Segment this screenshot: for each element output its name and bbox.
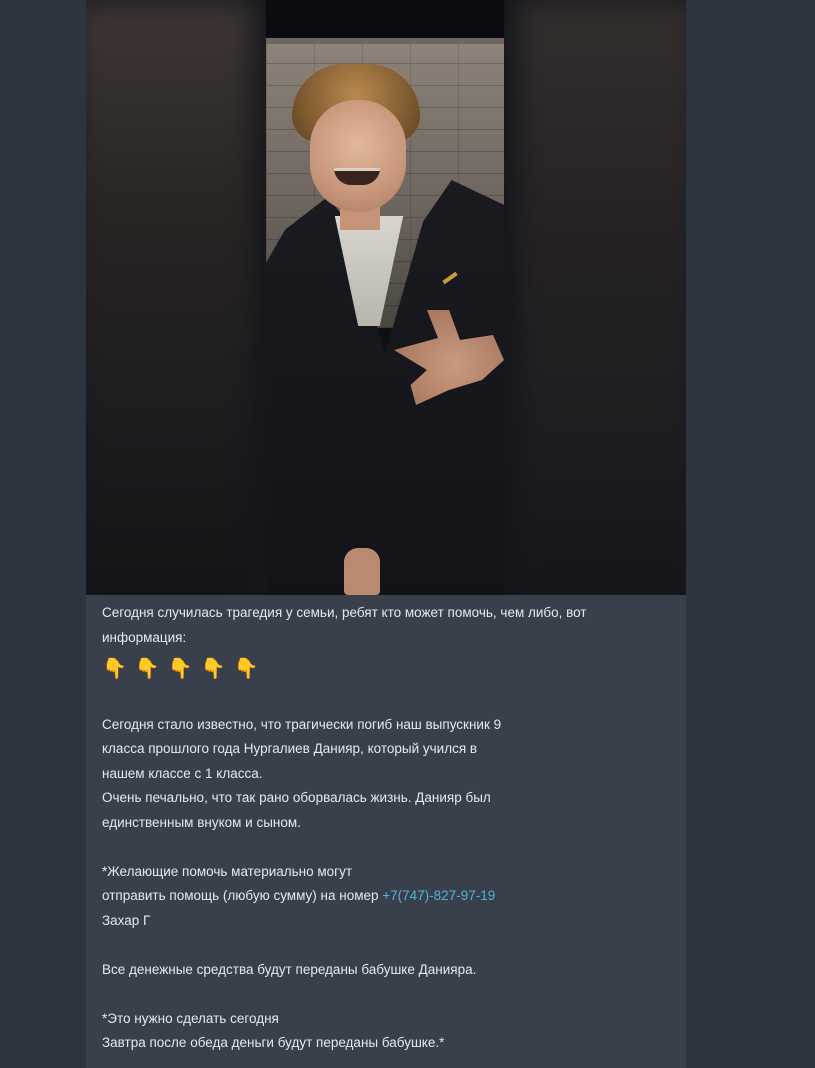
urgent-line: *Это нужно сделать сегодня	[102, 1010, 279, 1026]
photo-face	[310, 100, 406, 212]
help-line-prefix: отправить помощь (любую сумму) на номер	[102, 888, 379, 903]
paragraph-line: класса прошлого года Нургалиев Данияр, к…	[102, 741, 478, 756]
urgent-line: Завтра после обеда деньги будут переданы…	[102, 1035, 445, 1050]
photo-blur-left	[86, 0, 254, 595]
funds-note: Все денежные средства будут переданы баб…	[102, 961, 477, 977]
photo-hand-low	[344, 548, 380, 595]
message-bubble[interactable]: Сегодня случилась трагедия у семьи, ребя…	[86, 0, 686, 1068]
chat-left-margin	[0, 0, 86, 1068]
paragraph-line: нашем классе с 1 класса.	[102, 765, 263, 781]
photo-ceiling-edge	[266, 38, 504, 44]
paragraph-line: единственным внуком и сыном.	[102, 814, 301, 830]
message-intro: Сегодня случилась трагедия у семьи, ребя…	[102, 605, 587, 645]
pointing-down-icon: 👇	[233, 657, 259, 680]
photo-portrait	[266, 0, 504, 595]
help-line: *Желающие помочь материально могут	[102, 863, 353, 879]
message-text: Сегодня случилась трагедия у семьи, ребя…	[86, 595, 686, 1056]
message-photo[interactable]	[86, 0, 686, 595]
pointing-down-icon: 👇	[167, 657, 193, 680]
paragraph-line: Очень печально, что так рано оборвалась …	[102, 790, 491, 805]
paragraph-line: Сегодня стало известно, что трагически п…	[102, 716, 502, 732]
pointing-down-icon: 👇	[134, 657, 160, 680]
emoji-row: 👇 👇 👇 👇 👇	[102, 650, 670, 688]
help-line-with-phone: отправить помощь (любую сумму) на номер …	[102, 884, 670, 909]
pointing-down-icon: 👇	[102, 657, 127, 680]
photo-blur-right	[518, 0, 686, 595]
pointing-down-icon: 👇	[200, 657, 226, 680]
phone-link[interactable]: +7(747)-827-97-19	[382, 888, 495, 903]
help-name: Захар Г	[102, 912, 151, 928]
photo-ceiling	[266, 0, 504, 42]
chat-right-margin	[686, 0, 815, 1068]
